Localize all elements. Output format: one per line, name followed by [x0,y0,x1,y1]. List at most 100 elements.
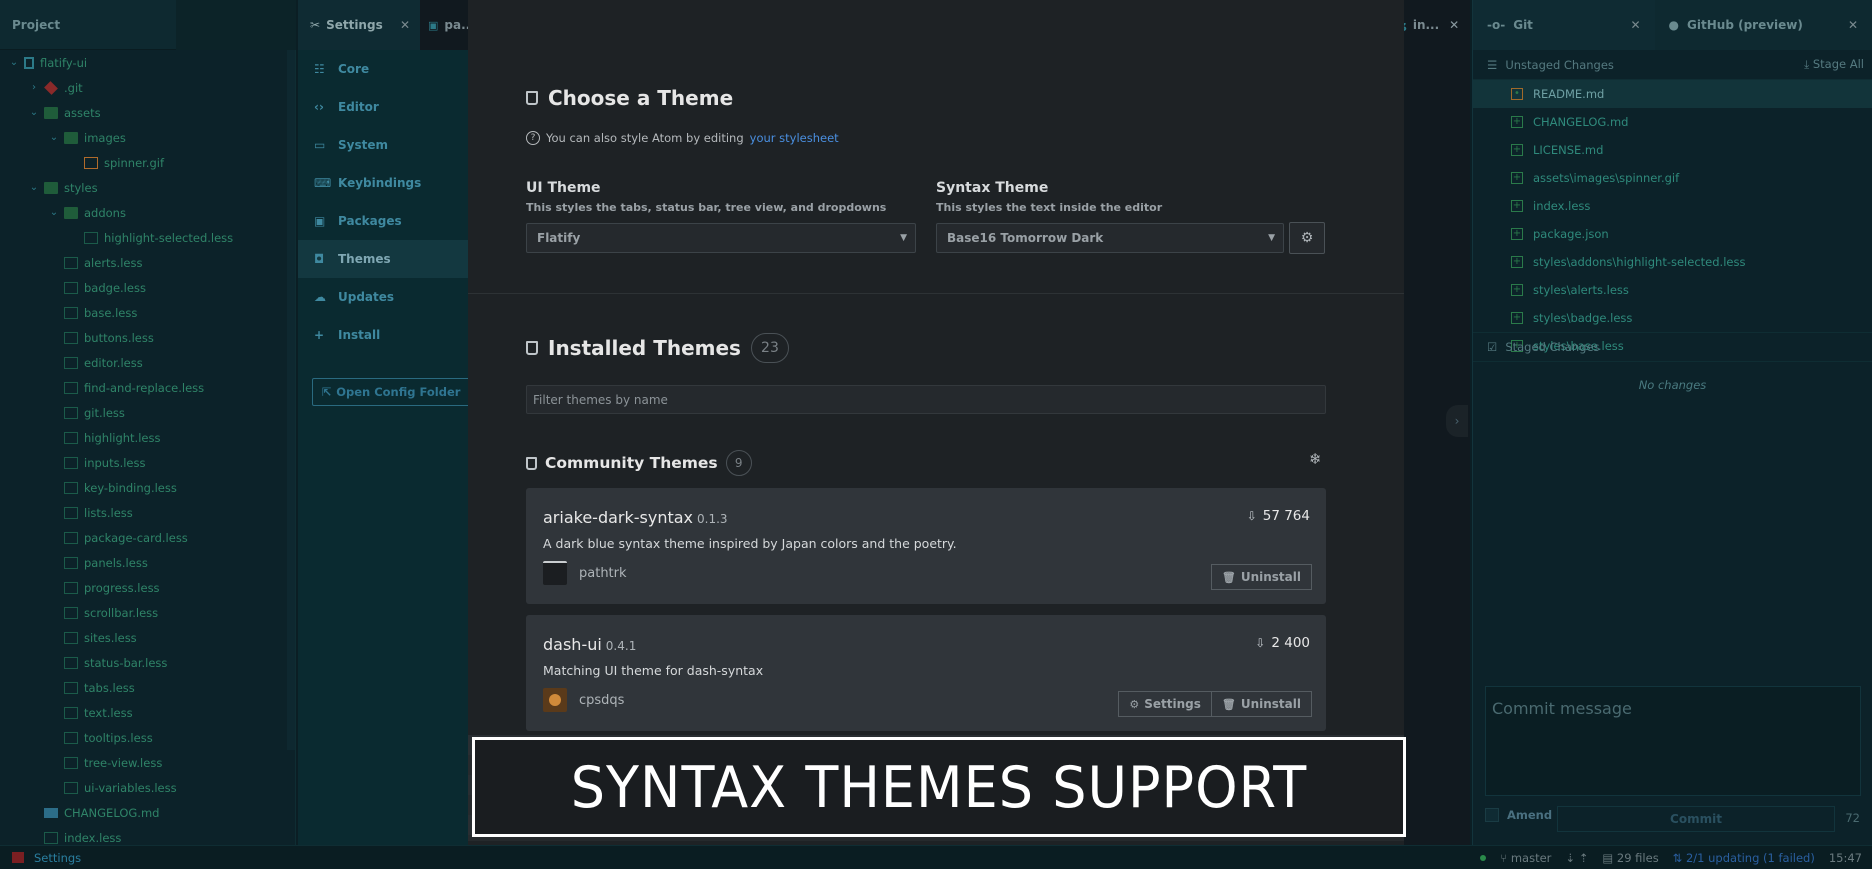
tree-item[interactable]: highlight.less [0,425,287,450]
unstaged-file[interactable]: + index.less [1473,192,1872,220]
chevron-down-icon[interactable]: ⌄ [48,132,60,143]
tree-item[interactable]: panels.less [0,550,287,575]
tree-item[interactable]: ui-variables.less [0,775,287,800]
tree-item[interactable]: ⌄ images [0,125,287,150]
tree-item[interactable]: text.less [0,700,287,725]
chevron-right-icon[interactable]: › [28,82,40,93]
tree-item[interactable]: ⌄ flatify-ui [0,50,287,75]
unstaged-file[interactable]: + styles\badge.less [1473,304,1872,332]
package-title[interactable]: dash-ui 0.4.1 [543,635,636,654]
tree-item[interactable]: editor.less [0,350,287,375]
amend-checkbox[interactable]: Amend [1485,808,1552,822]
tree-item[interactable]: find-and-replace.less [0,375,287,400]
updating-status[interactable]: ⇅ 2/1 updating (1 failed) [1673,851,1815,865]
unstaged-file[interactable]: + LICENSE.md [1473,136,1872,164]
settings-nav-updates[interactable]: ☁ Updates [298,278,486,316]
tree-item[interactable]: ⌄ addons [0,200,287,225]
files-count[interactable]: ▤ 29 files [1602,851,1658,865]
settings-button[interactable]: ⚙ Settings [1118,691,1212,717]
settings-nav-themes[interactable]: ◘ Themes [298,240,486,278]
tree-item[interactable]: highlight-selected.less [0,225,287,250]
author-name[interactable]: cpsdqs [579,693,624,708]
settings-nav-editor[interactable]: ‹› Editor [298,88,486,126]
commit-button[interactable]: Commit [1557,806,1835,832]
chevron-down-icon[interactable]: ⌄ [48,207,60,218]
settings-nav-core[interactable]: ☷ Core [298,50,486,88]
tree-item[interactable]: key-binding.less [0,475,287,500]
package-author[interactable]: pathtrk [543,561,627,585]
tree-scrollbar[interactable] [287,50,295,750]
tree-item[interactable]: tree-view.less [0,750,287,775]
unstaged-file[interactable]: + CHANGELOG.md [1473,108,1872,136]
chevron-down-icon[interactable]: ⌄ [8,57,20,68]
settings-nav-system[interactable]: ▭ System [298,126,486,164]
package-card[interactable]: ariake-dark-syntax 0.1.3 ⇩ 57 764 A dark blu… [526,488,1326,604]
tab-git[interactable]: -o- Git ✕ [1473,0,1655,50]
tree-item-label: text.less [84,705,133,720]
filter-themes-input[interactable]: Filter themes by name [526,385,1326,414]
fetch-arrows-icon[interactable]: ⇣ ⇡ [1565,851,1588,865]
unstaged-list: • README.md + CHANGELOG.md + LICENSE.md + asset… [1473,80,1872,353]
chevron-down-icon[interactable]: ⌄ [28,182,40,193]
commit-message-input[interactable]: Commit message [1485,686,1861,796]
unstaged-file[interactable]: + assets\images\spinner.gif [1473,164,1872,192]
package-card[interactable]: dash-ui 0.4.1 ⇩ 2 400 Matching UI theme for … [526,615,1326,731]
tree-item[interactable]: lists.less [0,500,287,525]
checkbox-box[interactable] [1485,808,1499,822]
tree-item[interactable]: inputs.less [0,450,287,475]
tree-item[interactable]: ⌄ styles [0,175,287,200]
syntax-theme-settings-button[interactable]: ⚙ [1289,222,1325,254]
close-icon[interactable]: ✕ [400,18,410,32]
settings-nav-packages[interactable]: ▣ Packages [298,202,486,240]
snowflake-icon[interactable]: ❄ [1309,450,1322,468]
author-name[interactable]: pathtrk [579,566,627,581]
uninstall-button[interactable]: 🗑 Uninstall [1210,564,1312,590]
branch-indicator[interactable]: ⑂ master [1500,851,1551,865]
tree-item[interactable]: tooltips.less [0,725,287,750]
syntax-theme-select[interactable]: Base16 Tomorrow Dark ▼ [936,223,1284,253]
unstaged-file[interactable]: • README.md [1473,80,1872,108]
stage-all-button[interactable]: ⤓ Stage All [1804,57,1864,72]
tree-item[interactable]: spinner.gif [0,150,287,175]
settings-nav-install[interactable]: + Install [298,316,486,354]
tree-item[interactable]: scrollbar.less [0,600,287,625]
uninstall-button[interactable]: 🗑 Uninstall [1211,691,1312,717]
community-count-badge: 9 [725,450,752,476]
dock-toggle-button[interactable]: › [1446,405,1468,437]
status-left[interactable]: Settings [0,851,81,865]
close-icon[interactable]: ✕ [1449,18,1459,32]
unstaged-file[interactable]: + styles\alerts.less [1473,276,1872,304]
file-icon [64,356,78,369]
tab-settings[interactable]: ✂ Settings ✕ [298,0,420,50]
tree-item[interactable]: git.less [0,400,287,425]
package-version: 0.4.1 [605,639,637,653]
ui-theme-select[interactable]: Flatify ▼ [526,223,916,253]
section-divider [468,293,1404,294]
tree-item[interactable]: tabs.less [0,675,287,700]
tree-item[interactable]: base.less [0,300,287,325]
avatar[interactable] [543,561,567,585]
tree-item[interactable]: ⌄ assets [0,100,287,125]
tree-item[interactable]: sites.less [0,625,287,650]
stylesheet-link[interactable]: your stylesheet [750,131,839,145]
tab-github[interactable]: ● GitHub (preview) ✕ [1655,0,1872,50]
tree-item[interactable]: status-bar.less [0,650,287,675]
unstaged-file[interactable]: + styles\addons\highlight-selected.less [1473,248,1872,276]
package-title[interactable]: ariake-dark-syntax 0.1.3 [543,508,728,527]
tree-item[interactable]: package-card.less [0,525,287,550]
avatar[interactable] [543,688,567,712]
chevron-down-icon[interactable]: ⌄ [28,107,40,118]
tree-item[interactable]: progress.less [0,575,287,600]
open-config-folder-button[interactable]: ⇱ Open Config Folder [312,378,470,406]
package-author[interactable]: cpsdqs [543,688,624,712]
unstaged-file[interactable]: + package.json [1473,220,1872,248]
tree-item[interactable]: alerts.less [0,250,287,275]
close-icon[interactable]: ✕ [1630,18,1640,32]
no-changes-text: No changes [1638,378,1707,392]
tree-item[interactable]: badge.less [0,275,287,300]
tree-item[interactable]: › .git [0,75,287,100]
settings-nav-keybindings[interactable]: ⌨ Keybindings [298,164,486,202]
tree-item[interactable]: CHANGELOG.md [0,800,287,825]
tree-item[interactable]: buttons.less [0,325,287,350]
close-icon[interactable]: ✕ [1848,18,1858,32]
